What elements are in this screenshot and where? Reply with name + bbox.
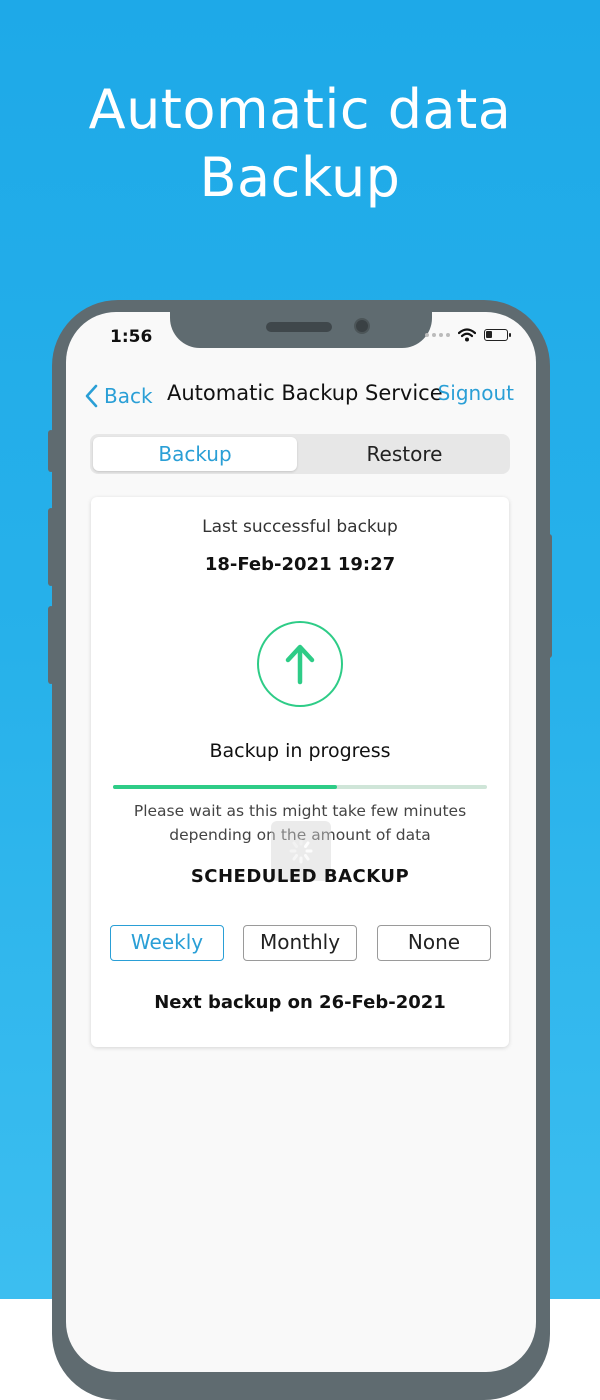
speaker — [266, 322, 332, 332]
backup-status: Backup in progress — [209, 740, 391, 762]
chevron-left-icon — [85, 384, 98, 408]
notch — [170, 312, 432, 348]
status-icons — [425, 328, 511, 342]
page-title: Automatic Backup Service — [167, 381, 443, 405]
backup-progress-fill — [113, 785, 338, 789]
last-backup-date: 18-Feb-2021 19:27 — [204, 554, 396, 575]
signout-button[interactable]: Signout — [438, 381, 514, 405]
backup-card: Last successful backup 18-Feb-2021 19:27… — [91, 497, 509, 1047]
back-label: Back — [104, 384, 153, 408]
wait-message-line-1: Please wait as this might take few minut… — [133, 802, 467, 820]
back-button[interactable]: Back — [84, 384, 153, 408]
signal-dots-icon — [425, 333, 450, 337]
phone-screen: 1:56 Back Automatic Backup Service Signo… — [66, 312, 536, 1372]
headline-line-2: Backup — [199, 146, 401, 209]
scheduled-backup-title: SCHEDULED BACKUP — [190, 866, 410, 887]
last-backup-label: Last successful backup — [202, 517, 398, 537]
schedule-weekly-button[interactable]: Weekly — [110, 925, 224, 961]
upload-arrow-icon — [257, 621, 343, 707]
headline: Automatic data Backup — [0, 76, 600, 212]
navigation-bar: Back Automatic Backup Service Signout — [66, 374, 536, 418]
front-camera — [354, 318, 370, 334]
backup-progress-bar — [113, 785, 487, 789]
tab-backup[interactable]: Backup — [93, 437, 297, 471]
wifi-icon — [458, 328, 476, 342]
headline-line-1: Automatic data — [88, 78, 512, 141]
battery-icon — [484, 329, 511, 341]
schedule-monthly-button[interactable]: Monthly — [243, 925, 357, 961]
schedule-none-button[interactable]: None — [377, 925, 491, 961]
backup-restore-segment: Backup Restore — [90, 434, 510, 474]
next-backup-text: Next backup on 26-Feb-2021 — [154, 992, 446, 1013]
status-time: 1:56 — [110, 327, 153, 347]
tab-restore[interactable]: Restore — [302, 437, 507, 471]
